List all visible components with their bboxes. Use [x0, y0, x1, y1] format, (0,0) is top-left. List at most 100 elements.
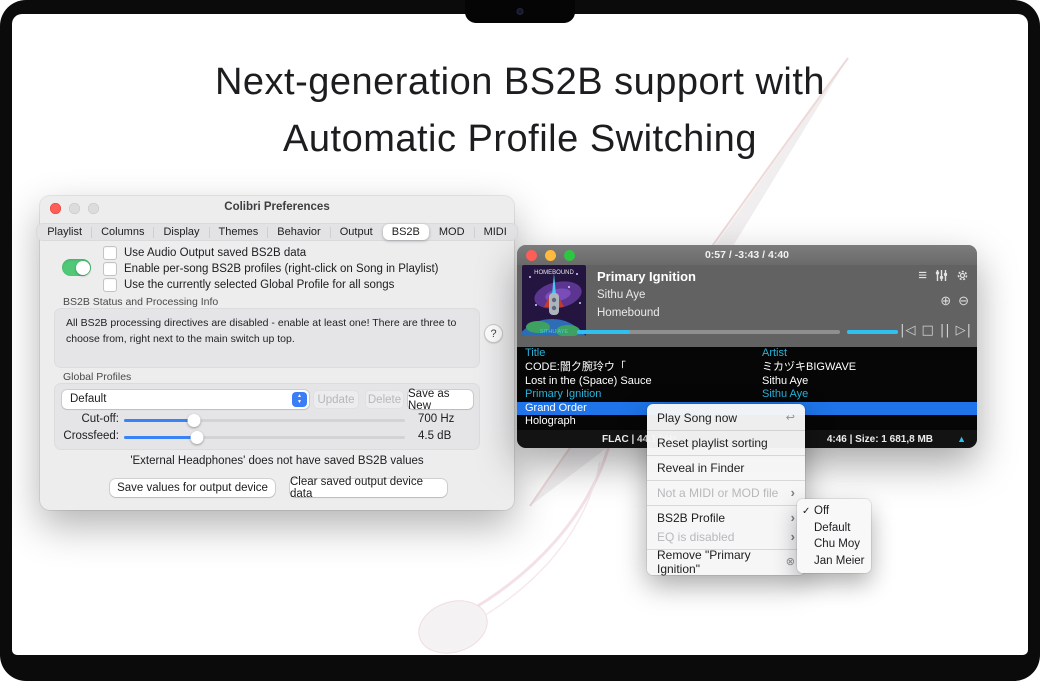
- profile-select[interactable]: Default ▲▼: [62, 390, 309, 409]
- save-device-values-button[interactable]: Save values for output device: [110, 479, 275, 497]
- pause-icon[interactable]: ||: [940, 323, 951, 338]
- cutoff-slider[interactable]: [124, 419, 405, 423]
- playlist-menu-icon[interactable]: ≡: [918, 267, 927, 284]
- per-song-toggle[interactable]: [62, 259, 91, 276]
- menu-item-eq-disabled: EQ is disabled ›: [647, 527, 805, 546]
- menu-item-label: Remove "Primary Ignition": [657, 548, 786, 576]
- tab-mod[interactable]: MOD: [430, 224, 474, 240]
- volume-bar-fill: [847, 330, 898, 334]
- progress-bar[interactable]: [577, 330, 840, 334]
- status-message: All BS2B processing directives are disab…: [54, 308, 480, 356]
- row-title: CODE:闇ク腕玲ウ「: [525, 361, 626, 375]
- checkbox-per-song[interactable]: [103, 262, 117, 276]
- headline-line1: Next-generation BS2B support with: [12, 54, 1028, 111]
- menu-item-label: Not a MIDI or MOD file: [657, 486, 778, 500]
- checkbox-global-profile[interactable]: [103, 278, 117, 292]
- device-note: 'External Headphones' does not have save…: [40, 455, 514, 467]
- crossfeed-slider-row: Crossfeed: 4.5 dB: [40, 429, 514, 445]
- question-mark-icon: ?: [490, 328, 496, 340]
- help-button[interactable]: ?: [484, 324, 503, 343]
- tab-output[interactable]: Output: [331, 224, 382, 240]
- submenu-item-jan-meier[interactable]: Jan Meier: [797, 553, 871, 570]
- volume-bar[interactable]: [847, 330, 898, 334]
- cutoff-slider-knob[interactable]: [188, 414, 201, 427]
- tab-bs2b[interactable]: BS2B: [383, 224, 429, 240]
- tab-display[interactable]: Display: [154, 224, 208, 240]
- clear-device-data-button[interactable]: Clear saved output device data: [290, 479, 447, 497]
- submenu-item-label: Chu Moy: [814, 538, 860, 550]
- tab-behavior[interactable]: Behavior: [268, 224, 329, 240]
- checkbox-row-per-song[interactable]: Enable per-song BS2B profiles (right-cli…: [103, 262, 438, 276]
- player-titlebar[interactable]: 0:57 / -3:43 / 4:40: [517, 245, 977, 265]
- submenu-item-chu-moy[interactable]: Chu Moy: [797, 536, 871, 553]
- menu-divider: [647, 455, 805, 456]
- settings-gear-icon[interactable]: [956, 269, 969, 282]
- crossfeed-slider-knob[interactable]: [191, 431, 204, 444]
- row-title: Holograph: [525, 415, 576, 429]
- delete-icon: ⊗: [786, 555, 795, 568]
- menu-item-label: Reveal in Finder: [657, 461, 744, 475]
- previous-track-icon[interactable]: |◁: [900, 323, 916, 338]
- collapse-statusbar-icon[interactable]: ▲: [957, 434, 966, 444]
- submenu-item-default[interactable]: Default: [797, 520, 871, 537]
- preferences-window: Colibri Preferences Playlist Columns Dis…: [40, 196, 514, 510]
- crossfeed-slider-fill: [124, 436, 197, 440]
- row-artist: ミカヅキBIGWAVE: [762, 361, 856, 375]
- menu-item-bs2b-profile[interactable]: BS2B Profile ›: [647, 508, 805, 527]
- cutoff-value: 700 Hz: [418, 413, 454, 425]
- next-track-icon[interactable]: ▷|: [956, 323, 972, 338]
- preferences-titlebar[interactable]: Colibri Preferences: [40, 196, 514, 220]
- menu-item-play-song-now[interactable]: Play Song now ↩: [647, 408, 805, 427]
- album-art-title: HOMEBOUND: [534, 270, 574, 276]
- zoom-in-icon[interactable]: ⊕: [940, 293, 951, 309]
- cutoff-slider-row: Cut-off: 700 Hz: [40, 412, 514, 428]
- select-stepper-icon: ▲▼: [292, 392, 307, 407]
- tab-playlist[interactable]: Playlist: [38, 224, 91, 240]
- menu-item-remove-song[interactable]: Remove "Primary Ignition" ⊗: [647, 552, 805, 571]
- track-artist: Sithu Aye: [597, 289, 645, 301]
- menu-item-reveal-in-finder[interactable]: Reveal in Finder: [647, 458, 805, 477]
- menu-item-label: Play Song now: [657, 411, 737, 425]
- laptop-frame: Next-generation BS2B support with Automa…: [0, 0, 1040, 681]
- column-title[interactable]: Title: [525, 347, 545, 361]
- column-artist[interactable]: Artist: [762, 347, 787, 361]
- checkbox-row-audio-output[interactable]: Use Audio Output saved BS2B data: [103, 246, 306, 260]
- now-playing-panel: HOMEBOUND SITHU AYE Primary Ignition Sit…: [517, 265, 977, 347]
- playlist-row-now-playing[interactable]: Primary Ignition Sithu Aye: [517, 388, 977, 402]
- status-info-box: All BS2B processing directives are disab…: [54, 308, 480, 368]
- playlist-row[interactable]: CODE:闇ク腕玲ウ「 ミカヅキBIGWAVE: [517, 361, 977, 375]
- time-display: 0:57 / -3:43 / 4:40: [517, 249, 977, 261]
- submenu-item-off[interactable]: ✓ Off: [797, 503, 871, 520]
- playlist-header[interactable]: Title Artist: [517, 347, 977, 361]
- marketing-screenshot: Next-generation BS2B support with Automa…: [0, 0, 1040, 681]
- profiles-section-label: Global Profiles: [63, 371, 131, 383]
- row-title: Grand Order: [525, 402, 587, 416]
- return-key-icon: ↩: [786, 411, 795, 424]
- save-as-new-button[interactable]: Save as New: [408, 390, 473, 409]
- tab-themes[interactable]: Themes: [210, 224, 268, 240]
- delete-button[interactable]: Delete: [365, 390, 404, 409]
- checkbox-audio-output-label: Use Audio Output saved BS2B data: [124, 247, 306, 259]
- chevron-right-icon: ›: [791, 486, 795, 499]
- checkbox-global-profile-label: Use the currently selected Global Profil…: [124, 279, 394, 291]
- row-artist: Sithu Aye: [762, 388, 808, 402]
- page-title: Next-generation BS2B support with Automa…: [12, 54, 1028, 168]
- equalizer-icon[interactable]: [935, 269, 948, 282]
- context-menu: Play Song now ↩ Reset playlist sorting R…: [647, 404, 805, 575]
- menu-item-reset-sorting[interactable]: Reset playlist sorting: [647, 433, 805, 452]
- playlist-row[interactable]: Lost in the (Space) Sauce Sithu Aye: [517, 375, 977, 389]
- profile-select-value: Default: [70, 393, 106, 405]
- stop-icon[interactable]: □: [922, 323, 935, 338]
- menu-divider: [647, 480, 805, 481]
- checkbox-row-global-profile[interactable]: Use the currently selected Global Profil…: [103, 278, 394, 292]
- update-button[interactable]: Update: [313, 390, 359, 409]
- tab-midi[interactable]: MIDI: [475, 224, 516, 240]
- status-section-label: BS2B Status and Processing Info: [63, 296, 218, 308]
- tab-columns[interactable]: Columns: [92, 224, 153, 240]
- crossfeed-slider[interactable]: [124, 436, 405, 440]
- checkbox-per-song-label: Enable per-song BS2B profiles (right-cli…: [124, 263, 438, 275]
- chevron-right-icon: ›: [791, 530, 795, 543]
- checkbox-audio-output[interactable]: [103, 246, 117, 260]
- menu-item-label: BS2B Profile: [657, 511, 725, 525]
- zoom-out-icon[interactable]: ⊖: [958, 293, 969, 309]
